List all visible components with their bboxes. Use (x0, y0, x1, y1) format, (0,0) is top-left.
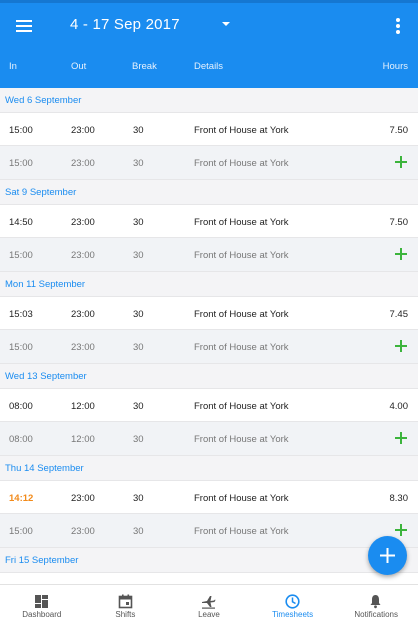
nav-label: Notifications (354, 610, 398, 619)
entry-details: Front of House at York (194, 401, 289, 412)
column-break: Break (132, 61, 157, 72)
entry-details: Front of House at York (194, 217, 289, 228)
day-header: Sat 9 September (0, 180, 418, 204)
column-hours: Hours (382, 61, 408, 72)
entry-out: 23:00 (71, 309, 95, 320)
column-details: Details (194, 61, 224, 72)
shift-in: 15:00 (9, 158, 33, 169)
shift-break: 30 (133, 250, 144, 261)
date-range-selector[interactable]: 4 - 17 Sep 2017 (70, 16, 180, 33)
entry-hours: 8.30 (389, 493, 409, 504)
entry-break: 30 (133, 401, 144, 412)
timesheet-entry-row[interactable]: 15:03 23:00 30 Front of House at York 7.… (0, 296, 418, 330)
column-headers: In Out Break Details Hours (0, 61, 418, 75)
clock-icon (285, 594, 300, 609)
entry-break: 30 (133, 125, 144, 136)
shift-details: Front of House at York (194, 526, 289, 537)
day-header: Mon 11 September (0, 272, 418, 296)
entry-break: 30 (133, 309, 144, 320)
plus-icon (380, 548, 395, 563)
calendar-icon (118, 594, 132, 609)
nav-timesheets[interactable]: Timesheets (251, 585, 335, 623)
entry-hours: 7.50 (389, 125, 409, 136)
shift-in: 15:00 (9, 250, 33, 261)
entry-out: 23:00 (71, 125, 95, 136)
scheduled-shift-row[interactable]: 15:00 23:00 30 Front of House at York (0, 238, 418, 272)
timesheet-entry-row[interactable]: 14:12 23:00 30 Front of House at York 8.… (0, 480, 418, 514)
entry-out: 23:00 (71, 217, 95, 228)
app-bar: 4 - 17 Sep 2017 In Out Break Details Hou… (0, 0, 418, 88)
entry-in: 15:00 (9, 125, 33, 136)
shift-details: Front of House at York (194, 434, 289, 445)
bell-icon (370, 595, 381, 609)
scheduled-shift-row[interactable]: 15:00 23:00 30 Front of House at York (0, 514, 418, 548)
nav-notifications[interactable]: Notifications (334, 585, 418, 623)
timesheet-entry-row[interactable] (0, 572, 418, 584)
scheduled-shift-row[interactable]: 15:00 23:00 30 Front of House at York (0, 146, 418, 180)
column-out: Out (71, 61, 87, 72)
nav-shifts[interactable]: Shifts (84, 585, 168, 623)
entry-in: 08:00 (9, 401, 33, 412)
timesheet-entry-row[interactable]: 14:50 23:00 30 Front of House at York 7.… (0, 204, 418, 238)
status-strip (0, 0, 418, 3)
entry-details: Front of House at York (194, 125, 289, 136)
dashboard-icon (35, 595, 48, 608)
shift-break: 30 (133, 158, 144, 169)
shift-break: 30 (133, 342, 144, 353)
shift-break: 30 (133, 434, 144, 445)
nav-dashboard[interactable]: Dashboard (0, 585, 84, 623)
airplane-icon (202, 596, 216, 609)
day-header: Wed 6 September (0, 88, 418, 112)
nav-label: Timesheets (272, 610, 314, 619)
entry-out: 12:00 (71, 401, 95, 412)
entry-in: 15:03 (9, 309, 33, 320)
add-icon[interactable] (394, 247, 408, 261)
shift-out: 23:00 (71, 526, 95, 537)
entry-out: 23:00 (71, 493, 95, 504)
shift-in: 08:00 (9, 434, 33, 445)
shift-in: 15:00 (9, 526, 33, 537)
shift-out: 23:00 (71, 250, 95, 261)
nav-label: Leave (198, 610, 220, 619)
add-icon[interactable] (394, 523, 408, 537)
shift-break: 30 (133, 526, 144, 537)
timesheet-entry-row[interactable]: 15:00 23:00 30 Front of House at York 7.… (0, 112, 418, 146)
shift-details: Front of House at York (194, 158, 289, 169)
entry-break: 30 (133, 217, 144, 228)
chevron-down-icon[interactable] (218, 16, 234, 32)
entry-details: Front of House at York (194, 493, 289, 504)
entry-in-late: 14:12 (9, 493, 34, 504)
add-timesheet-button[interactable] (368, 536, 407, 575)
entry-details: Front of House at York (194, 309, 289, 320)
entry-in: 14:50 (9, 217, 33, 228)
entry-hours: 4.00 (389, 401, 409, 412)
shift-out: 12:00 (71, 434, 95, 445)
shift-in: 15:00 (9, 342, 33, 353)
nav-label: Shifts (115, 610, 136, 619)
column-in: In (9, 61, 17, 72)
more-options-icon[interactable] (386, 14, 410, 38)
entry-hours: 7.45 (389, 309, 409, 320)
scheduled-shift-row[interactable]: 15:00 23:00 30 Front of House at York (0, 330, 418, 364)
shift-details: Front of House at York (194, 342, 289, 353)
entry-break: 30 (133, 493, 144, 504)
shift-out: 23:00 (71, 158, 95, 169)
shift-details: Front of House at York (194, 250, 289, 261)
entry-hours: 7.50 (389, 217, 409, 228)
nav-label: Dashboard (22, 610, 62, 619)
day-header: Fri 15 September (0, 548, 418, 572)
menu-icon[interactable] (12, 14, 36, 38)
shift-out: 23:00 (71, 342, 95, 353)
bottom-navigation: Dashboard Shifts Leave Timesheets Notifi… (0, 584, 418, 623)
add-icon[interactable] (394, 155, 408, 169)
add-icon[interactable] (394, 431, 408, 445)
timesheet-list[interactable]: Wed 6 September 15:00 23:00 30 Front of … (0, 88, 418, 584)
day-header: Wed 13 September (0, 364, 418, 388)
timesheet-entry-row[interactable]: 08:00 12:00 30 Front of House at York 4.… (0, 388, 418, 422)
nav-leave[interactable]: Leave (167, 585, 251, 623)
scheduled-shift-row[interactable]: 08:00 12:00 30 Front of House at York (0, 422, 418, 456)
day-header: Thu 14 September (0, 456, 418, 480)
add-icon[interactable] (394, 339, 408, 353)
